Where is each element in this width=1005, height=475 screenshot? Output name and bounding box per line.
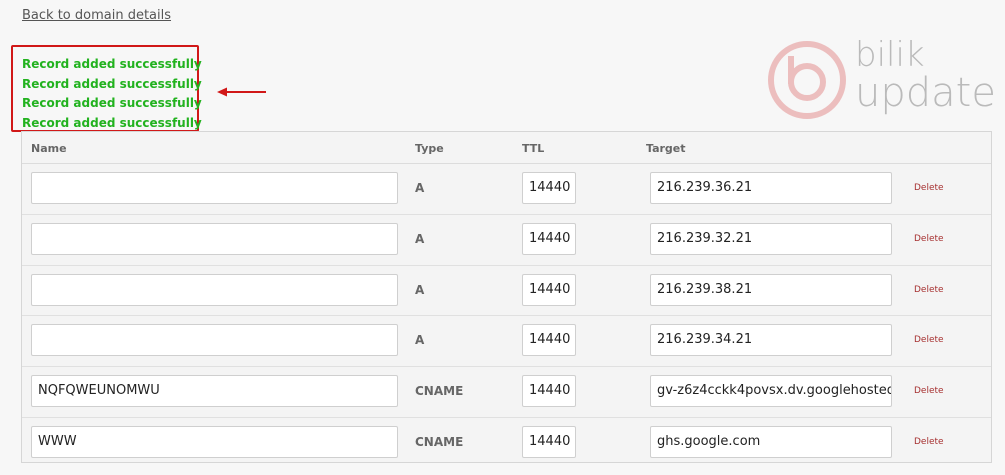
success-message: Record added successfully: [22, 76, 202, 91]
record-name-input[interactable]: WWW: [31, 425, 398, 458]
record-target-input[interactable]: ghs.google.com: [650, 425, 892, 458]
table-row: NQFQWEUNOMWU CNAME 14440 gv-z6z4cckk4pov…: [22, 367, 991, 418]
record-target-input[interactable]: 216.239.32.21: [650, 222, 892, 255]
success-message: Record added successfully: [22, 96, 202, 111]
dns-records-table: Name Type TTL Target A 14440 216.239.36.…: [21, 131, 992, 463]
table-row: A 14440 216.239.32.21 Delete: [22, 215, 991, 266]
record-ttl-input[interactable]: 14440: [522, 222, 576, 255]
table-row: A 14440 216.239.36.21 Delete: [22, 164, 991, 215]
column-header-type: Type: [415, 142, 444, 155]
record-type: CNAME: [415, 434, 464, 449]
watermark-line1: bilik: [855, 35, 925, 75]
watermark-text: bilik update: [855, 35, 996, 116]
record-name-input[interactable]: [31, 324, 398, 357]
record-target-input[interactable]: gv-z6z4cckk4povsx.dv.googlehosted.con: [650, 375, 892, 408]
table-row: A 14440 216.239.38.21 Delete: [22, 266, 991, 317]
delete-record-button[interactable]: Delete: [914, 285, 944, 295]
record-target-input[interactable]: 216.239.38.21: [650, 273, 892, 306]
record-type: A: [415, 282, 425, 297]
record-target-input[interactable]: 216.239.36.21: [650, 172, 892, 204]
record-ttl-input[interactable]: 14440: [522, 172, 576, 204]
record-name-input[interactable]: [31, 172, 398, 204]
record-target-input[interactable]: 216.239.34.21: [650, 324, 892, 357]
record-type: A: [415, 333, 425, 348]
record-ttl-input[interactable]: 14440: [522, 324, 576, 357]
record-name-input[interactable]: NQFQWEUNOMWU: [31, 375, 398, 408]
column-header-name: Name: [31, 142, 67, 155]
delete-record-button[interactable]: Delete: [914, 437, 944, 447]
bilik-update-logo-icon: [768, 41, 846, 119]
record-ttl-input[interactable]: 14440: [522, 375, 576, 408]
success-messages-box: Record added successfully Record added s…: [11, 45, 202, 132]
record-ttl-input[interactable]: 14440: [522, 425, 576, 458]
record-name-input[interactable]: [31, 222, 398, 255]
delete-record-button[interactable]: Delete: [914, 335, 944, 345]
delete-record-button[interactable]: Delete: [914, 386, 944, 396]
table-row: A 14440 216.239.34.21 Delete: [22, 316, 991, 368]
success-message: Record added successfully: [22, 57, 202, 71]
record-name-input[interactable]: [31, 273, 398, 306]
watermark-line2: update: [855, 70, 996, 116]
red-arrow-icon: [217, 87, 266, 97]
table-header: Name Type TTL Target: [22, 132, 991, 164]
back-to-domain-details-link[interactable]: Back to domain details: [22, 8, 171, 23]
table-row: WWW CNAME 14440 ghs.google.com Delete: [22, 418, 991, 468]
record-ttl-input[interactable]: 14440: [522, 273, 576, 306]
column-header-ttl: TTL: [522, 142, 545, 155]
record-type: A: [415, 231, 425, 246]
record-type: A: [415, 181, 425, 195]
column-header-target: Target: [646, 142, 686, 155]
delete-record-button[interactable]: Delete: [914, 234, 944, 244]
record-type: CNAME: [415, 384, 464, 399]
delete-record-button[interactable]: Delete: [914, 183, 944, 193]
